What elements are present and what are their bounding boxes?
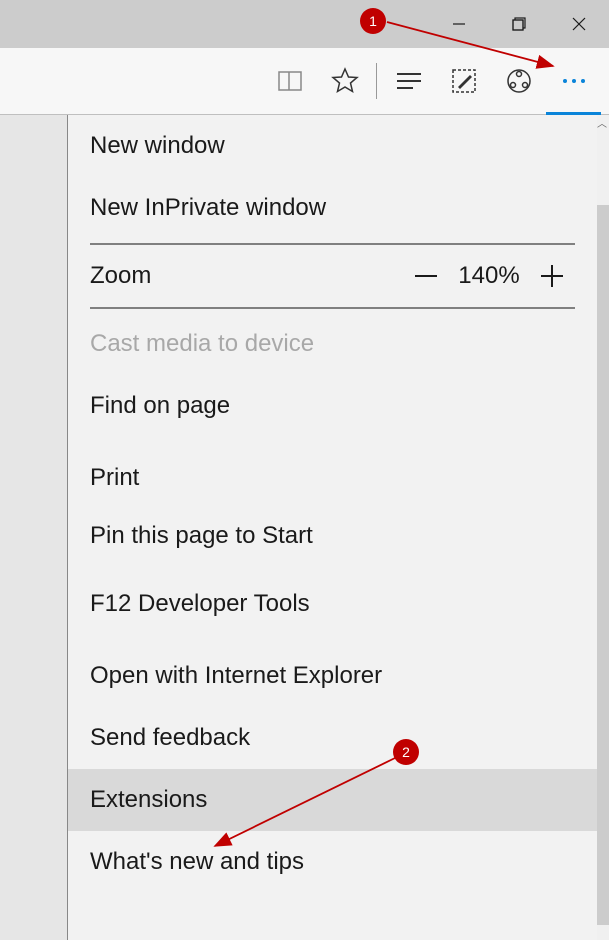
share-icon (505, 67, 533, 95)
callout-2: 2 (393, 739, 419, 765)
menu-open-ie[interactable]: Open with Internet Explorer (68, 645, 597, 707)
menu-find[interactable]: Find on page (68, 375, 597, 437)
close-icon (571, 16, 587, 32)
maximize-button[interactable] (489, 0, 549, 48)
menu-send-feedback[interactable]: Send feedback (68, 707, 597, 769)
share-button[interactable] (491, 48, 546, 115)
menu-new-window[interactable]: New window (68, 115, 597, 177)
more-icon (563, 79, 585, 83)
minus-icon (411, 261, 441, 291)
pen-square-icon (450, 67, 478, 95)
menu-pin-start[interactable]: Pin this page to Start (68, 499, 597, 573)
menu-whats-new[interactable]: What's new and tips (68, 831, 597, 893)
menu-cast-media: Cast media to device (68, 313, 597, 375)
book-icon (276, 67, 304, 95)
minimize-button[interactable] (429, 0, 489, 48)
scrollbar[interactable]: ︿ (597, 115, 609, 940)
more-button[interactable] (546, 48, 601, 115)
close-button[interactable] (549, 0, 609, 48)
toolbar-divider (376, 63, 377, 99)
title-bar (0, 0, 609, 48)
scrollbar-thumb[interactable] (597, 205, 609, 925)
hub-button[interactable] (381, 48, 436, 115)
zoom-in-button[interactable] (529, 261, 575, 291)
more-menu-panel: New window New InPrivate window Zoom 140… (67, 115, 597, 940)
menu-zoom-row: Zoom 140% (68, 249, 597, 303)
menu-print[interactable]: Print (68, 437, 597, 499)
menu-separator (90, 243, 575, 245)
menu-separator (90, 307, 575, 309)
lines-icon (395, 71, 423, 91)
callout-1: 1 (360, 8, 386, 34)
plus-icon (537, 261, 567, 291)
favorites-button[interactable] (317, 48, 372, 115)
scroll-arrow-up-icon: ︿ (597, 115, 607, 130)
menu-dev-tools[interactable]: F12 Developer Tools (68, 573, 597, 645)
minimize-icon (451, 16, 467, 32)
maximize-icon (511, 16, 527, 32)
reading-view-button[interactable] (262, 48, 317, 115)
zoom-out-button[interactable] (403, 261, 449, 291)
zoom-label: Zoom (90, 262, 403, 290)
toolbar (0, 48, 609, 115)
web-notes-button[interactable] (436, 48, 491, 115)
menu-new-inprivate[interactable]: New InPrivate window (68, 177, 597, 239)
zoom-value: 140% (449, 262, 529, 290)
star-icon (330, 66, 360, 96)
menu-extensions[interactable]: Extensions (68, 769, 597, 831)
content-area: New window New InPrivate window Zoom 140… (0, 115, 609, 940)
